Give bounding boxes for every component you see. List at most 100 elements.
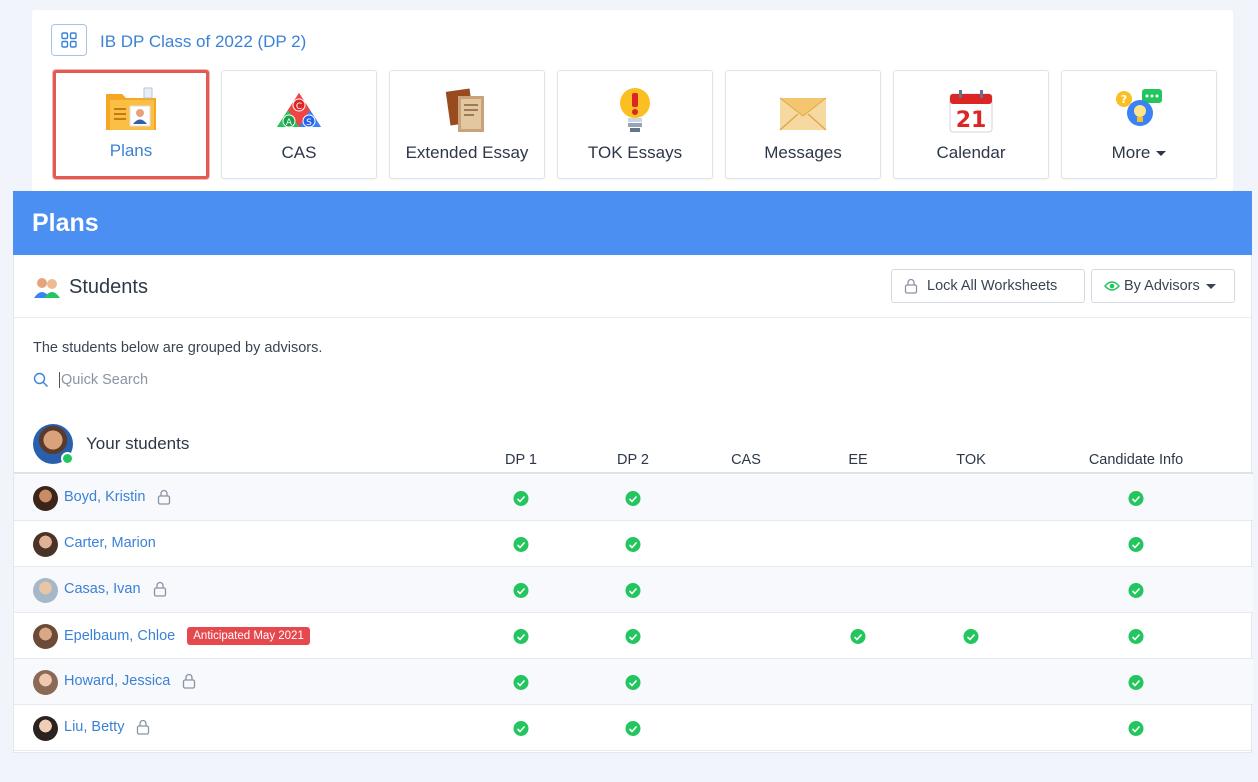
check-circle-icon[interactable] — [625, 583, 641, 598]
tile-more-dropdown[interactable]: ? More — [1061, 70, 1217, 179]
tile-label: Messages — [764, 143, 842, 162]
envelope-icon — [775, 85, 831, 137]
student-name-cell: Boyd, Kristin — [64, 489, 171, 505]
more-label: More — [1111, 143, 1151, 162]
avatar — [33, 578, 58, 603]
tile-tok-essays[interactable]: TOK Essays — [557, 70, 713, 179]
svg-text:C: C — [296, 102, 302, 112]
check-circle-icon[interactable] — [1128, 491, 1144, 506]
check-circle-icon[interactable] — [625, 629, 641, 644]
lock-icon[interactable] — [136, 719, 150, 735]
calendar-day: 21 — [956, 108, 987, 133]
tile-label: More — [1112, 143, 1167, 163]
lightbulb-icon — [607, 85, 663, 137]
tile-plans[interactable]: Plans — [53, 70, 209, 179]
table-row: Howard, Jessica — [14, 659, 1253, 705]
students-heading: Students — [33, 275, 148, 299]
check-circle-icon[interactable] — [625, 491, 641, 506]
quick-search — [33, 369, 433, 391]
student-name-link[interactable]: Howard, Jessica — [64, 673, 170, 689]
svg-text:A: A — [286, 118, 293, 128]
grouping-description: The students below are grouped by adviso… — [33, 340, 323, 356]
extended-essay-books-icon — [439, 85, 495, 137]
lock-icon[interactable] — [157, 489, 171, 505]
lock-icon — [904, 278, 918, 294]
status-badge: Anticipated May 2021 — [187, 627, 310, 645]
module-tiles: Plans C A S CAS Extended Essay TOK Essay… — [53, 70, 1217, 179]
group-by-label: By Advisors — [1124, 278, 1200, 294]
student-name-link[interactable]: Carter, Marion — [64, 535, 156, 551]
student-name-link[interactable]: Epelbaum, Chloe — [64, 628, 175, 644]
check-circle-icon[interactable] — [963, 629, 979, 644]
avatar — [33, 486, 58, 511]
check-circle-icon[interactable] — [625, 675, 641, 690]
check-circle-icon[interactable] — [513, 629, 529, 644]
students-panel-header: Students Lock All Worksheets By Advisors — [14, 255, 1251, 318]
students-table-header: Your students DP 1 DP 2 CAS EE TOK Candi… — [14, 422, 1253, 474]
column-header-ee: EE — [848, 452, 868, 468]
search-icon — [33, 372, 48, 387]
student-name-cell: Carter, Marion — [64, 535, 156, 551]
grid-icon — [61, 32, 77, 48]
tile-label: Plans — [109, 141, 153, 160]
check-circle-icon[interactable] — [513, 721, 529, 736]
tile-extended-essay[interactable]: Extended Essay — [389, 70, 545, 179]
svg-text:?: ? — [1121, 93, 1127, 106]
check-circle-icon[interactable] — [625, 721, 641, 736]
check-circle-icon[interactable] — [850, 629, 866, 644]
check-circle-icon[interactable] — [513, 675, 529, 690]
student-name-link[interactable]: Boyd, Kristin — [64, 489, 145, 505]
chevron-down-icon — [1205, 283, 1216, 289]
class-title-link[interactable]: IB DP Class of 2022 (DP 2) — [100, 32, 306, 52]
student-name-link[interactable]: Casas, Ivan — [64, 581, 141, 597]
quick-search-input[interactable] — [59, 372, 359, 388]
students-panel: Students Lock All Worksheets By Advisors… — [13, 255, 1253, 753]
student-name-cell: Epelbaum, Chloe Anticipated May 2021 — [64, 627, 310, 645]
check-circle-icon[interactable] — [1128, 629, 1144, 644]
group-by-advisors-dropdown[interactable]: By Advisors — [1091, 269, 1235, 303]
student-name-link[interactable]: Liu, Betty — [64, 719, 124, 735]
table-row: Casas, Ivan — [14, 567, 1253, 613]
lock-icon[interactable] — [182, 673, 196, 689]
calendar-icon: 21 — [943, 85, 999, 137]
table-row: Carter, Marion — [14, 521, 1253, 567]
lock-all-label: Lock All Worksheets — [927, 278, 1058, 294]
class-nav-card: IB DP Class of 2022 (DP 2) Plans C A S C… — [32, 10, 1233, 192]
svg-text:S: S — [306, 118, 312, 128]
table-row: Boyd, Kristin — [14, 475, 1253, 521]
column-header-tok: TOK — [956, 452, 986, 468]
check-circle-icon[interactable] — [513, 583, 529, 598]
avatar — [33, 532, 58, 557]
check-circle-icon[interactable] — [1128, 537, 1144, 552]
tile-label: Extended Essay — [405, 143, 529, 162]
tile-label: Calendar — [936, 143, 1006, 162]
tile-calendar[interactable]: 21 Calendar — [893, 70, 1049, 179]
check-circle-icon[interactable] — [513, 491, 529, 506]
people-icon — [34, 278, 60, 298]
tile-label: TOK Essays — [587, 143, 683, 162]
check-circle-icon[interactable] — [513, 537, 529, 552]
lock-icon[interactable] — [153, 581, 167, 597]
plans-folder-icon — [103, 83, 159, 135]
check-circle-icon[interactable] — [625, 537, 641, 552]
student-name-cell: Liu, Betty — [64, 719, 150, 735]
lock-all-worksheets-button[interactable]: Lock All Worksheets — [891, 269, 1085, 303]
avatar — [33, 624, 58, 649]
tile-messages[interactable]: Messages — [725, 70, 881, 179]
apps-grid-button[interactable] — [51, 24, 87, 56]
chevron-down-icon — [1156, 151, 1167, 157]
column-header-candidate-info: Candidate Info — [1088, 452, 1184, 468]
online-status-dot — [61, 452, 74, 465]
check-circle-icon[interactable] — [1128, 675, 1144, 690]
help-chat-icon: ? — [1111, 85, 1167, 137]
tile-cas[interactable]: C A S CAS — [221, 70, 377, 179]
table-row: Liu, Betty — [14, 705, 1253, 751]
student-name-cell: Howard, Jessica — [64, 673, 196, 689]
check-circle-icon[interactable] — [1128, 721, 1144, 736]
tile-label: CAS — [281, 143, 317, 162]
eye-icon — [1104, 281, 1120, 291]
check-circle-icon[interactable] — [1128, 583, 1144, 598]
student-name-cell: Casas, Ivan — [64, 581, 167, 597]
cas-triangle-icon: C A S — [271, 85, 327, 137]
students-title: Students — [69, 275, 148, 298]
